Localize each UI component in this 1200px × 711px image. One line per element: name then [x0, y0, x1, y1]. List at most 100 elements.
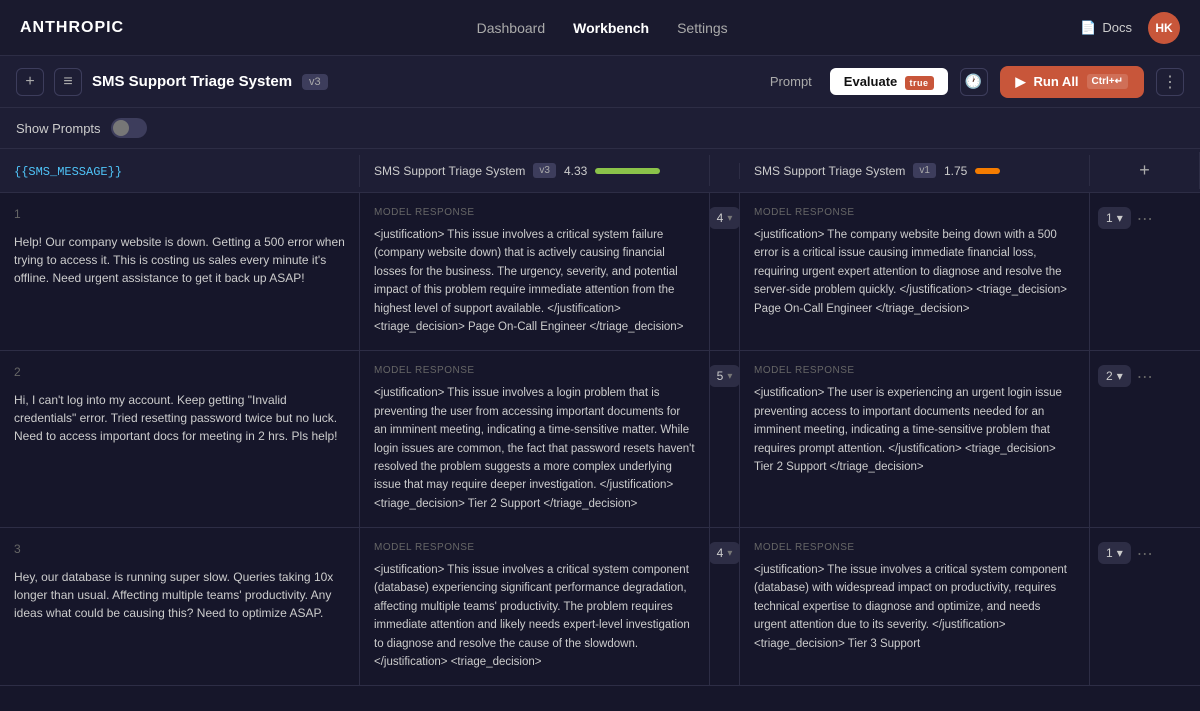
model-v3-name: SMS Support Triage System	[374, 164, 525, 178]
show-prompts-bar: Show Prompts	[0, 108, 1200, 149]
row-2-more-button[interactable]: ⋯	[1135, 365, 1155, 389]
row-1-actions-row: 1 ▾ ⋯	[1098, 207, 1192, 231]
run-all-shortcut: Ctrl+↵	[1087, 74, 1128, 89]
row-1-response-v1: MODEL RESPONSE <justification> The compa…	[740, 193, 1090, 350]
row-2-score-v3-cell: 5 ▾	[710, 351, 740, 527]
model-v1-name: SMS Support Triage System	[754, 164, 905, 178]
row-1-score-v1[interactable]: 1 ▾	[1098, 207, 1131, 229]
score-v1-val: 1.75	[944, 164, 967, 178]
run-all-button[interactable]: ▶ Run All Ctrl+↵	[1000, 66, 1144, 98]
row-2-response-v1: MODEL RESPONSE <justification> The user …	[740, 351, 1090, 527]
table-row: 2 Hi, I can't log into my account. Keep …	[0, 351, 1200, 528]
row-1-label-v3: MODEL RESPONSE	[374, 207, 695, 218]
run-all-label: Run All	[1034, 74, 1079, 89]
score-bar-v3: 4.33	[564, 164, 660, 178]
row-2-number: 2	[14, 365, 345, 379]
row-2-text-v1: <justification> The user is experiencing…	[754, 384, 1075, 476]
row-1-score-v3-val: 4	[717, 211, 724, 225]
row-3-actions-row: 1 ▾ ⋯	[1098, 542, 1192, 566]
table-row: 3 Hey, our database is running super slo…	[0, 528, 1200, 686]
more-button[interactable]: ⋮	[1156, 68, 1184, 96]
row-1-message-cell: 1 Help! Our company website is down. Get…	[0, 193, 360, 350]
row-3-response-v3: MODEL RESPONSE <justification> This issu…	[360, 528, 710, 685]
row-1-message: Help! Our company website is down. Getti…	[14, 233, 345, 287]
toolbar-left: + ≡ SMS Support Triage System v3	[16, 68, 744, 96]
docs-button[interactable]: 📄 Docs	[1080, 20, 1132, 36]
th-add-col[interactable]: +	[1090, 152, 1200, 189]
row-3-text-v3: <justification> This issue involves a cr…	[374, 561, 695, 671]
score-bar-v3-fill	[595, 168, 660, 174]
table-row: 1 Help! Our company website is down. Get…	[0, 193, 1200, 351]
show-prompts-toggle[interactable]	[111, 118, 147, 138]
row-2-actions-row: 2 ▾ ⋯	[1098, 365, 1192, 389]
table-header: {{SMS_MESSAGE}} SMS Support Triage Syste…	[0, 149, 1200, 193]
logo: ANTHROPIC	[20, 19, 124, 37]
row-2-message: Hi, I can't log into my account. Keep ge…	[14, 391, 345, 445]
row-3-score-v1-val: 1	[1106, 546, 1113, 560]
th-spacer	[710, 163, 740, 179]
score-bar-v1-fill	[975, 168, 1000, 174]
row-3-score-v3-cell: 4 ▾	[710, 528, 740, 685]
row-1-text-v3: <justification> This issue involves a cr…	[374, 226, 695, 336]
row-3-label-v1: MODEL RESPONSE	[754, 542, 1075, 553]
docs-label: Docs	[1102, 20, 1132, 35]
chevron-down-icon: ▾	[1117, 546, 1123, 560]
row-1-score-v3[interactable]: 4 ▾	[709, 207, 741, 229]
tab-prompt[interactable]: Prompt	[756, 68, 826, 95]
th-message: {{SMS_MESSAGE}}	[0, 155, 360, 187]
chevron-down-icon: ▾	[727, 371, 732, 382]
row-3-actions: 1 ▾ ⋯	[1090, 528, 1200, 685]
row-1-actions: 1 ▾ ⋯	[1090, 193, 1200, 350]
row-3-message: Hey, our database is running super slow.…	[14, 568, 345, 622]
row-2-score-v1[interactable]: 2 ▾	[1098, 365, 1131, 387]
model-v1-version: v1	[913, 163, 936, 178]
row-2-label-v1: MODEL RESPONSE	[754, 365, 1075, 376]
add-button[interactable]: +	[16, 68, 44, 96]
row-2-score-v3[interactable]: 5 ▾	[709, 365, 741, 387]
row-3-score-v1[interactable]: 1 ▾	[1098, 542, 1131, 564]
row-2-label-v3: MODEL RESPONSE	[374, 365, 695, 376]
row-3-score-v3-val: 4	[717, 546, 724, 560]
th-model-v3-inner: SMS Support Triage System v3 4.33	[374, 163, 695, 178]
chevron-down-icon: ▾	[1117, 369, 1123, 383]
row-1-score-v1-val: 1	[1106, 211, 1113, 225]
row-1-label-v1: MODEL RESPONSE	[754, 207, 1075, 218]
row-2-actions: 2 ▾ ⋯	[1090, 351, 1200, 527]
list-button[interactable]: ≡	[54, 68, 82, 96]
row-1-response-v3: MODEL RESPONSE <justification> This issu…	[360, 193, 710, 350]
row-3-response-v1: MODEL RESPONSE <justification> The issue…	[740, 528, 1090, 685]
th-model-v1: SMS Support Triage System v1 1.75	[740, 155, 1090, 186]
beta-badge: true	[905, 76, 934, 90]
chevron-down-icon: ▾	[727, 213, 732, 224]
score-bar-v1: 1.75	[944, 164, 1000, 178]
th-model-v1-inner: SMS Support Triage System v1 1.75	[754, 163, 1075, 178]
top-navigation: ANTHROPIC Dashboard Workbench Settings 📄…	[0, 0, 1200, 56]
history-button[interactable]: 🕐	[960, 68, 988, 96]
row-2-response-v3: MODEL RESPONSE <justification> This issu…	[360, 351, 710, 527]
score-v3-val: 4.33	[564, 164, 587, 178]
tab-evaluate[interactable]: Evaluate true	[830, 68, 948, 95]
template-var-header: {{SMS_MESSAGE}}	[14, 165, 122, 179]
row-3-more-button[interactable]: ⋯	[1135, 542, 1155, 566]
avatar[interactable]: HK	[1148, 12, 1180, 44]
play-icon: ▶	[1016, 74, 1026, 90]
chevron-down-icon: ▾	[727, 548, 732, 559]
nav-dashboard[interactable]: Dashboard	[477, 20, 546, 36]
row-3-message-cell: 3 Hey, our database is running super slo…	[0, 528, 360, 685]
version-badge: v3	[302, 74, 328, 90]
row-3-score-v3[interactable]: 4 ▾	[709, 542, 741, 564]
toolbar: + ≡ SMS Support Triage System v3 Prompt …	[0, 56, 1200, 108]
row-2-score-v1-val: 2	[1106, 369, 1113, 383]
row-3-label-v3: MODEL RESPONSE	[374, 542, 695, 553]
nav-settings[interactable]: Settings	[677, 20, 728, 36]
row-3-text-v1: <justification> The issue involves a cri…	[754, 561, 1075, 653]
row-1-more-button[interactable]: ⋯	[1135, 207, 1155, 231]
row-2-text-v3: <justification> This issue involves a lo…	[374, 384, 695, 513]
nav-workbench[interactable]: Workbench	[573, 20, 649, 36]
show-prompts-label: Show Prompts	[16, 121, 101, 136]
toolbar-right: 🕐 ▶ Run All Ctrl+↵ ⋮	[960, 66, 1184, 98]
model-v3-version: v3	[533, 163, 556, 178]
row-3-number: 3	[14, 542, 345, 556]
add-column-button[interactable]: +	[1139, 160, 1150, 181]
project-title: SMS Support Triage System	[92, 73, 292, 90]
